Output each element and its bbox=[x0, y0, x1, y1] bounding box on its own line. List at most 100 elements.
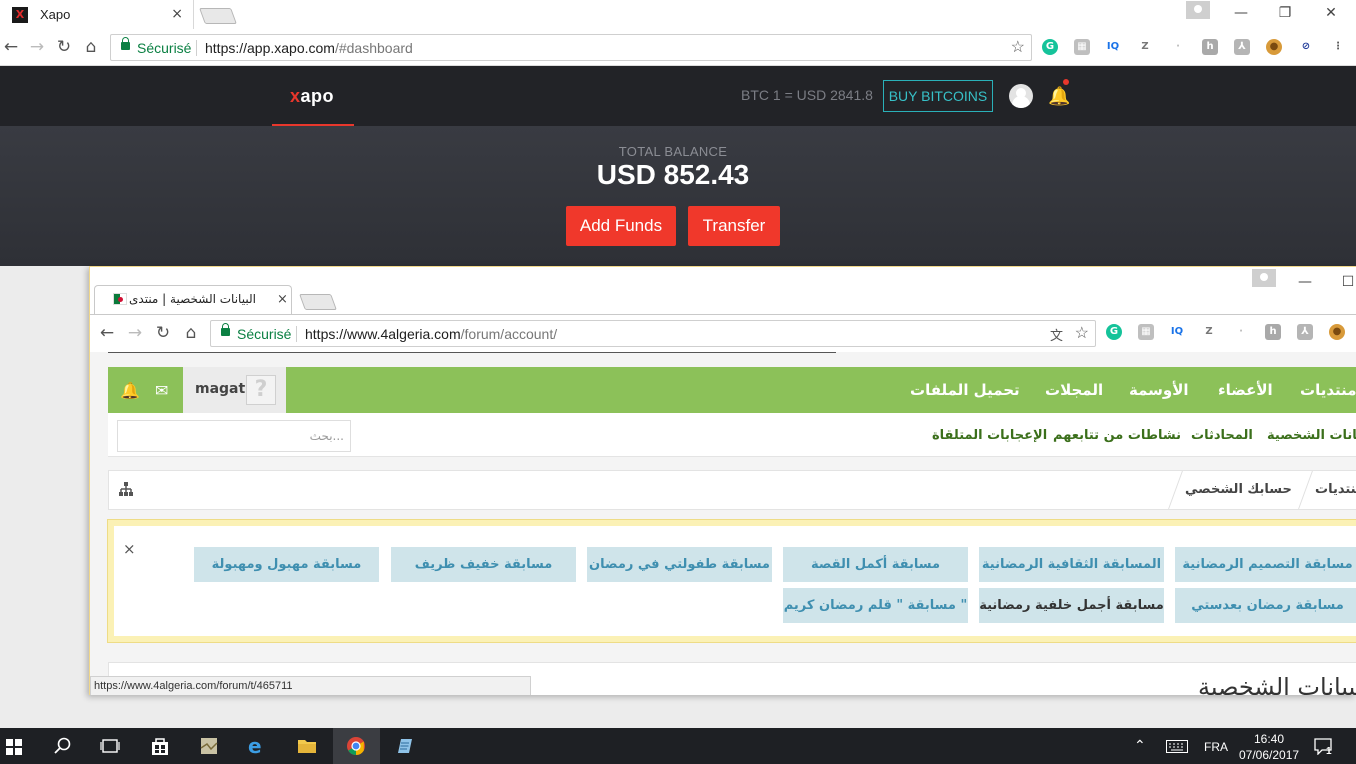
profile-icon[interactable] bbox=[1252, 269, 1276, 287]
close-icon[interactable]: × bbox=[123, 540, 136, 558]
search-icon[interactable] bbox=[53, 736, 73, 756]
cookie-extension-icon[interactable]: ● bbox=[1329, 324, 1345, 340]
h-extension-icon[interactable]: h bbox=[1265, 324, 1281, 340]
top-divider bbox=[108, 352, 836, 353]
z-extension-icon[interactable]: Z bbox=[1201, 324, 1217, 340]
cookie-extension-icon[interactable]: ● bbox=[1266, 39, 1282, 55]
forward-arrow-icon[interactable]: → bbox=[26, 37, 48, 57]
home-icon[interactable]: ⌂ bbox=[80, 37, 102, 57]
grammarly-icon[interactable]: G bbox=[1106, 324, 1122, 340]
subnav-personal-details[interactable]: البيانات الشخصية bbox=[1267, 428, 1356, 443]
edge-browser-icon[interactable]: e bbox=[248, 736, 268, 756]
add-funds-button[interactable]: Add Funds bbox=[566, 206, 676, 246]
block-extension-icon[interactable]: ⊘ bbox=[1298, 39, 1314, 55]
close-tab-icon[interactable]: × bbox=[171, 6, 183, 22]
clock-time[interactable]: 16:40 bbox=[1254, 732, 1284, 746]
competition-link[interactable]: مسابقة " قلم رمضان كريم " bbox=[783, 588, 968, 623]
bookmark-star-icon[interactable]: ☆ bbox=[1075, 323, 1089, 343]
new-tab-button[interactable] bbox=[199, 8, 237, 24]
file-explorer-icon[interactable] bbox=[297, 736, 317, 756]
nav-members[interactable]: الأعضاء bbox=[1218, 381, 1273, 399]
minimize-button[interactable]: — bbox=[1282, 269, 1328, 298]
bell-icon[interactable]: 🔔 bbox=[120, 381, 140, 400]
maps-icon[interactable] bbox=[199, 736, 219, 756]
iq-extension-icon[interactable]: IQ bbox=[1169, 324, 1185, 340]
address-bar[interactable]: Sécurisé https://app.xapo.com/#dashboard… bbox=[110, 34, 1032, 61]
url-host: https://www.4algeria.com bbox=[305, 326, 461, 342]
forward-arrow-icon[interactable]: → bbox=[124, 323, 146, 343]
competition-link[interactable]: المسابقة الثقافية الرمضانية bbox=[979, 547, 1164, 582]
status-bar-url: https://www.4algeria.com/forum/t/465711 bbox=[90, 676, 531, 695]
breadcrumb-forums[interactable]: منتديات bbox=[1315, 482, 1356, 497]
subnav-likes[interactable]: الإعجابات المتلقاة bbox=[932, 428, 1047, 443]
subnav-conversations[interactable]: المحادثات bbox=[1191, 428, 1253, 443]
competition-link[interactable]: مسابقة خفيف ظريف bbox=[391, 547, 576, 582]
keyboard-icon[interactable] bbox=[1166, 740, 1188, 753]
nav-magazines[interactable]: المجلات bbox=[1045, 381, 1103, 399]
user-menu[interactable]: magat ? bbox=[183, 367, 286, 413]
close-tab-icon[interactable]: × bbox=[277, 292, 288, 307]
xapo-logo[interactable]: xapo bbox=[290, 86, 334, 107]
address-bar[interactable]: Sécurisé https://www.4algeria.com/forum/… bbox=[210, 320, 1096, 347]
total-balance-label: TOTAL BALANCE bbox=[618, 144, 728, 159]
competitions-notice: × مسابقة مهبول ومهبولة مسابقة خفيف ظريف … bbox=[108, 520, 1356, 642]
iq-extension-icon[interactable]: IQ bbox=[1105, 39, 1121, 55]
reload-icon[interactable]: ↻ bbox=[152, 323, 174, 343]
task-view-icon[interactable] bbox=[100, 736, 120, 756]
home-icon[interactable]: ⌂ bbox=[180, 323, 202, 343]
back-arrow-icon[interactable]: ← bbox=[96, 323, 118, 343]
chevron-up-icon[interactable]: ⌃ bbox=[1134, 737, 1146, 754]
windows-start-icon[interactable] bbox=[6, 739, 22, 755]
reload-icon[interactable]: ↻ bbox=[53, 37, 75, 57]
grammarly-icon[interactable]: G bbox=[1042, 39, 1058, 55]
profile-icon[interactable] bbox=[1186, 1, 1210, 19]
pdf-extension-icon[interactable]: ⅄ bbox=[1234, 39, 1250, 55]
chrome-icon[interactable] bbox=[346, 736, 366, 756]
competition-link[interactable]: مسابقة مهبول ومهبولة bbox=[194, 547, 379, 582]
search-input[interactable]: بحث... bbox=[117, 420, 351, 452]
pdf-extension-icon[interactable]: ⅄ bbox=[1297, 324, 1313, 340]
z-extension-icon[interactable]: Z bbox=[1137, 39, 1153, 55]
competition-link[interactable]: مسابقة أكمل القصة bbox=[783, 547, 968, 582]
windows-taskbar: e ⌃ FRA 16:40 07/06/2017 1 bbox=[0, 728, 1356, 764]
extension-grid-icon[interactable]: ▦ bbox=[1074, 39, 1090, 55]
close-window-button[interactable]: ✕ bbox=[1308, 0, 1354, 29]
chrome-menu-icon[interactable]: ⋮ bbox=[1330, 39, 1346, 55]
bookmark-star-icon[interactable]: ☆ bbox=[1011, 37, 1025, 57]
forum-tab-title: البيانات الشخصية | منتدى bbox=[129, 292, 256, 306]
forum-tab[interactable]: البيانات الشخصية | منتدى × bbox=[94, 285, 292, 314]
breadcrumb-account[interactable]: حسابك الشخصي bbox=[1185, 482, 1292, 497]
h-extension-icon[interactable]: h bbox=[1202, 39, 1218, 55]
nav-medals[interactable]: الأوسمة bbox=[1129, 381, 1189, 399]
user-avatar[interactable] bbox=[1009, 84, 1033, 108]
minimize-button[interactable]: — bbox=[1218, 0, 1264, 29]
secure-label: Sécurisé bbox=[137, 40, 192, 56]
xapo-toolbar: ← → ↻ ⌂ Sécurisé https://app.xapo.com/#d… bbox=[0, 29, 1356, 66]
translate-icon[interactable]: 文 bbox=[1050, 325, 1063, 344]
competition-link[interactable]: مسابقة أجمل خلفية رمضانية bbox=[979, 588, 1164, 623]
maximize-button[interactable]: ☐ bbox=[1325, 269, 1356, 298]
clock-date[interactable]: 07/06/2017 bbox=[1239, 748, 1299, 762]
language-indicator[interactable]: FRA bbox=[1204, 740, 1228, 754]
new-tab-button[interactable] bbox=[299, 294, 337, 310]
competition-link[interactable]: مسابقة رمضان بعدستي bbox=[1175, 588, 1356, 623]
competition-link[interactable]: مسابقة طفولتي في رمضان bbox=[587, 547, 772, 582]
back-arrow-icon[interactable]: ← bbox=[0, 37, 22, 57]
sitemap-icon[interactable] bbox=[118, 481, 134, 497]
store-icon[interactable] bbox=[150, 736, 170, 756]
nav-forums[interactable]: منتديات bbox=[1300, 381, 1356, 399]
extension-dot-icon[interactable]: · bbox=[1170, 39, 1186, 55]
xapo-tab[interactable]: X Xapo × bbox=[4, 0, 194, 29]
transfer-button[interactable]: Transfer bbox=[688, 206, 780, 246]
extension-dot-icon[interactable]: · bbox=[1233, 324, 1249, 340]
nav-files[interactable]: تحميل الملفات bbox=[910, 381, 1020, 399]
notepad-icon[interactable] bbox=[395, 736, 415, 756]
competition-link[interactable]: مسابقة التصميم الرمضانية bbox=[1175, 547, 1356, 582]
subnav-following[interactable]: نشاطات من تتابعهم bbox=[1053, 428, 1181, 443]
lock-icon bbox=[221, 323, 230, 336]
maximize-button[interactable]: ❐ bbox=[1262, 0, 1308, 29]
envelope-icon[interactable]: ✉ bbox=[155, 381, 168, 400]
extension-grid-icon[interactable]: ▦ bbox=[1138, 324, 1154, 340]
buy-bitcoins-button[interactable]: BUY BITCOINS bbox=[883, 80, 993, 112]
notification-bell-icon[interactable]: 🔔 bbox=[1048, 86, 1070, 107]
